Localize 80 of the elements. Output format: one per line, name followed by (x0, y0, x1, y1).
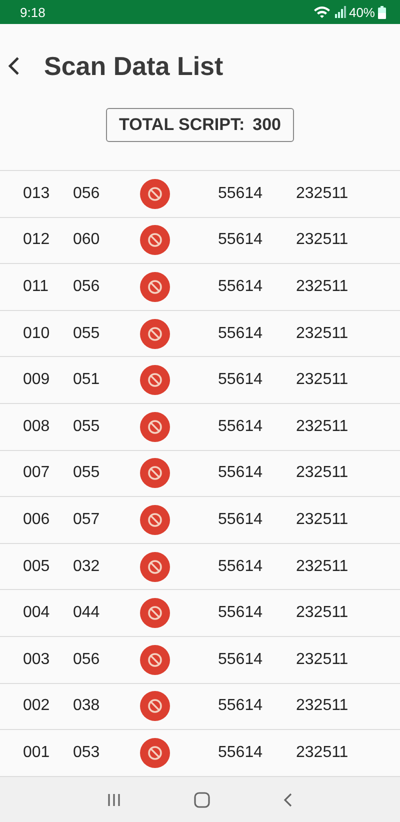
blocked-icon (140, 178, 170, 209)
table-cell-text: 005 (23, 558, 51, 576)
table-cell-text: 001 (23, 744, 51, 762)
table-cell-text: 55614 (218, 418, 264, 436)
table-cell-text: 55614 (218, 604, 264, 622)
scan-row[interactable]: 007 055 55614 232511 (0, 450, 400, 498)
table-cell: 232511 (296, 510, 348, 529)
table-cell-text: 004 (23, 604, 51, 622)
back-icon[interactable] (282, 792, 294, 808)
battery-icon (378, 6, 386, 18)
table-cell: 232511 (296, 184, 348, 203)
table-cell-text: 051 (73, 371, 101, 390)
blocked-icon (140, 552, 170, 582)
table-cell-text: 55614 (218, 558, 264, 576)
table-cell-text: 038 (73, 697, 101, 716)
recents-icon[interactable] (106, 792, 122, 808)
table-cell-text: 013 (23, 184, 51, 203)
battery-level: 40% (348, 4, 375, 20)
blocked-icon (140, 738, 170, 768)
table-cell: 232511 (296, 558, 348, 576)
table-cell-text: 55614 (218, 650, 264, 669)
back-icon (8, 56, 20, 76)
table-cell-text: 032 (73, 558, 101, 576)
table-cell: 232511 (296, 604, 348, 622)
table-cell-text: 009 (23, 371, 51, 390)
table-cell-text: 002 (23, 697, 51, 716)
table-cell-text: 006 (23, 510, 51, 529)
table-cell: 232511 (296, 744, 348, 762)
blocked-icon (140, 272, 170, 302)
signal-icon (334, 6, 346, 18)
table-cell: 232511 (296, 697, 348, 716)
table-cell-text: 011 (23, 278, 50, 296)
table-cell-text: 055 (73, 418, 101, 436)
screen-title: Scan Data List (44, 50, 224, 82)
table-cell-text: 55614 (218, 231, 264, 250)
clock: 9:18 (20, 4, 46, 20)
scan-row[interactable]: 002 038 55614 232511 (0, 684, 400, 730)
table-cell-text: 55614 (218, 744, 264, 762)
table-cell-text: 55614 (218, 184, 264, 203)
table-cell: 232511 (296, 278, 348, 296)
scan-row[interactable]: 012 060 55614 232511 (0, 218, 400, 264)
table-cell-text: 056 (73, 184, 101, 203)
blocked-icon (140, 644, 170, 675)
total-value: 300 (252, 115, 281, 135)
table-cell-text: 057 (73, 510, 101, 529)
table-cell-text: 010 (23, 324, 51, 343)
table-cell-text: 060 (73, 231, 101, 250)
table-cell-text: 55614 (218, 464, 264, 482)
table-cell-text: 003 (23, 650, 51, 669)
table-cell-text: 008 (23, 418, 51, 436)
blocked-icon (140, 504, 170, 535)
table-cell-text: 055 (73, 464, 101, 482)
table-cell: 232511 (296, 231, 348, 250)
table-cell-text: 053 (73, 744, 101, 762)
table-cell-text: 012 (23, 231, 51, 250)
blocked-icon (140, 412, 170, 442)
table-cell-text: 55614 (218, 324, 264, 343)
table-cell-text: 007 (23, 464, 51, 482)
total-label: TOTAL SCRIPT: (119, 115, 245, 135)
blocked-icon (140, 225, 170, 256)
table-cell-text: 056 (73, 650, 101, 669)
blocked-icon (140, 598, 170, 628)
table-cell: 232511 (296, 324, 348, 343)
table-cell: 232511 (296, 464, 348, 482)
table-cell: 232511 (296, 418, 348, 436)
table-cell-text: 55614 (218, 371, 264, 390)
table-cell-text: 55614 (218, 697, 264, 716)
table-cell-text: 055 (73, 324, 101, 343)
table-cell-text: 55614 (218, 278, 264, 296)
blocked-icon (140, 365, 170, 396)
table-cell-text: 056 (73, 278, 101, 296)
home-icon[interactable] (192, 791, 211, 810)
table-cell-text: 044 (73, 604, 101, 622)
table-cell: 232511 (296, 650, 348, 669)
blocked-icon (140, 458, 170, 488)
table-cell-text: 55614 (218, 510, 264, 529)
blocked-icon (140, 691, 170, 722)
wifi-icon (312, 5, 331, 19)
table-cell: 232511 (296, 371, 348, 390)
blocked-icon (140, 318, 170, 349)
